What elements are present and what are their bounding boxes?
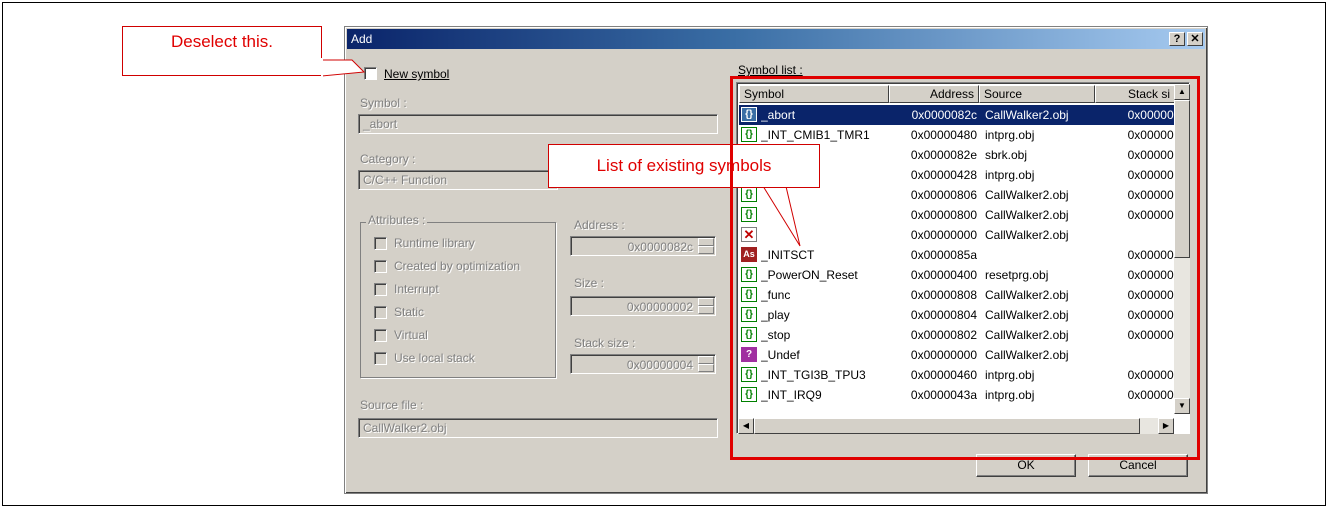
virtual-checkbox[interactable] <box>374 329 387 342</box>
dialog-title: Add <box>351 32 373 46</box>
size-spin-arrows[interactable] <box>698 298 714 314</box>
stack-size-spin-arrows[interactable] <box>698 356 714 372</box>
category-value: C/C++ Function <box>363 173 448 187</box>
symbol-value: _abort <box>363 117 398 131</box>
static-checkbox[interactable] <box>374 306 387 319</box>
deselect-callout: Deselect this. <box>122 26 322 76</box>
stack-size-value: 0x00000004 <box>626 358 693 372</box>
use-local-stack-label: Use local stack <box>394 351 475 365</box>
symbol-list-label: Symbol list : <box>738 63 803 77</box>
static-label: Static <box>394 305 425 319</box>
address-value: 0x0000082c <box>627 240 693 254</box>
new-symbol-checkbox[interactable] <box>364 67 377 80</box>
created-by-optimization-label: Created by optimization <box>394 259 521 273</box>
use-local-stack-checkbox[interactable] <box>374 352 387 365</box>
stack-size-spinner[interactable]: 0x00000004 <box>570 354 716 374</box>
address-label: Address : <box>574 218 625 232</box>
symbol-list-highlight <box>730 76 1200 460</box>
size-spinner[interactable]: 0x00000002 <box>570 296 716 316</box>
attributes-label: Attributes : <box>366 213 428 227</box>
title-bar[interactable]: Add ? ✕ <box>347 29 1205 49</box>
size-label: Size : <box>574 276 605 290</box>
address-spinner[interactable]: 0x0000082c <box>570 236 716 256</box>
runtime-library-label: Runtime library <box>394 236 475 250</box>
created-by-optimization-checkbox[interactable] <box>374 260 387 273</box>
symbol-field[interactable]: _abort <box>358 114 718 134</box>
stack-size-label: Stack size : <box>574 336 636 350</box>
source-file-field[interactable]: CallWalker2.obj <box>358 418 718 438</box>
close-button[interactable]: ✕ <box>1187 32 1203 46</box>
size-value: 0x00000002 <box>626 300 693 314</box>
interrupt-checkbox[interactable] <box>374 283 387 296</box>
source-file-label: Source file : <box>360 398 424 412</box>
address-spin-arrows[interactable] <box>698 238 714 254</box>
category-label: Category : <box>360 152 416 166</box>
category-select[interactable]: C/C++ Function <box>358 170 558 190</box>
help-button[interactable]: ? <box>1169 32 1185 46</box>
interrupt-label: Interrupt <box>394 282 439 296</box>
new-symbol-label: New symbol <box>384 67 450 81</box>
source-file-value: CallWalker2.obj <box>363 421 447 435</box>
runtime-library-checkbox[interactable] <box>374 237 387 250</box>
symbol-label: Symbol : <box>360 96 407 110</box>
virtual-label: Virtual <box>394 328 428 342</box>
callout-join <box>321 58 323 78</box>
